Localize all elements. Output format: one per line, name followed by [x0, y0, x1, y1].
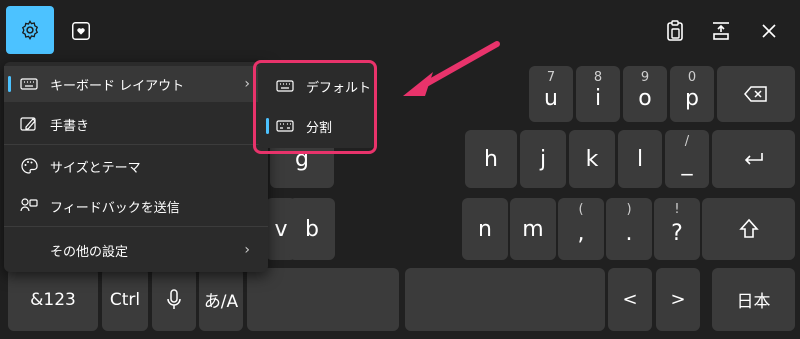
key-backspace[interactable] — [717, 66, 795, 122]
gear-icon — [21, 20, 39, 40]
dock-button[interactable] — [698, 8, 744, 54]
key-comma[interactable]: ( , — [558, 198, 604, 260]
menu-item-label: その他の設定 — [50, 244, 129, 260]
menu-item-label: サイズとテーマ — [50, 160, 141, 176]
key-label: u — [544, 85, 558, 111]
key-label: p — [685, 85, 699, 111]
menu-item-other-settings[interactable]: その他の設定 › — [4, 232, 268, 268]
key-ctrl[interactable]: Ctrl — [102, 268, 148, 331]
key-l[interactable]: l — [618, 130, 662, 188]
feedback-icon — [20, 197, 38, 215]
settings-button[interactable] — [6, 6, 54, 54]
close-icon — [762, 24, 776, 38]
key-left-arrow[interactable]: < — [608, 268, 652, 331]
key-secondary: 9 — [640, 70, 650, 85]
key-question[interactable]: ! ? — [654, 198, 700, 260]
menu-item-keyboard-layout[interactable]: キーボード レイアウト › — [4, 66, 268, 102]
key-secondary: ! — [674, 202, 680, 217]
annotation-arrow — [403, 41, 500, 96]
chevron-right-icon: › — [244, 76, 250, 92]
key-h[interactable]: h — [465, 130, 517, 188]
divider — [4, 226, 268, 227]
highlight-box — [253, 60, 377, 154]
menu-item-label: フィードバックを送信 — [50, 200, 180, 216]
heart-sticker-icon — [72, 22, 90, 40]
divider — [4, 144, 268, 145]
pen-icon — [20, 115, 38, 133]
key-label: n — [478, 216, 492, 242]
key-label: Ctrl — [109, 289, 141, 310]
key-label: ? — [671, 220, 683, 246]
key-label: あ/A — [203, 292, 239, 312]
key-label: v — [274, 216, 288, 242]
shift-icon — [738, 218, 759, 238]
key-language[interactable]: 日本 — [712, 268, 795, 331]
key-period[interactable]: ) . — [606, 198, 652, 260]
key-secondary: ) — [626, 202, 632, 217]
key-enter[interactable] — [712, 130, 795, 188]
emoji-button[interactable] — [58, 8, 104, 54]
menu-item-size-theme[interactable]: サイズとテーマ — [4, 148, 268, 184]
key-microphone[interactable] — [152, 268, 196, 331]
dock-icon — [713, 22, 729, 40]
key-p[interactable]: 0 p — [670, 66, 714, 122]
key-label: > — [670, 289, 686, 310]
palette-icon — [20, 157, 38, 175]
chevron-right-icon: › — [244, 242, 250, 258]
clipboard-button[interactable] — [652, 8, 698, 54]
key-label: < — [622, 289, 638, 310]
key-label: j — [539, 146, 547, 172]
key-m[interactable]: m — [510, 198, 556, 260]
key-right-arrow[interactable]: > — [656, 268, 700, 331]
menu-item-label: 手書き — [50, 118, 90, 134]
key-label: i — [594, 85, 602, 111]
key-label: h — [484, 146, 498, 172]
menu-item-label: キーボード レイアウト — [50, 78, 185, 94]
key-secondary: 8 — [593, 70, 603, 85]
key-numsym[interactable]: &123 — [8, 268, 98, 331]
enter-icon — [744, 153, 763, 165]
key-ime-toggle[interactable]: あ/A — [199, 268, 243, 331]
menu-item-handwriting[interactable]: 手書き — [4, 106, 268, 142]
key-secondary: 7 — [546, 70, 556, 85]
key-underscore[interactable]: / _ — [665, 130, 709, 188]
key-label: _ — [681, 150, 693, 176]
keyboard-icon — [20, 75, 38, 93]
clipboard-icon — [667, 20, 683, 41]
settings-menu: キーボード レイアウト › 手書き サイズとテーマ フィードバックを送信 その他… — [4, 62, 268, 272]
key-space-left[interactable] — [247, 268, 399, 331]
key-label: . — [625, 220, 633, 246]
key-i[interactable]: 8 i — [576, 66, 620, 122]
backspace-icon — [744, 86, 767, 102]
key-label: b — [305, 216, 319, 242]
key-label: o — [638, 85, 652, 111]
key-shift[interactable] — [702, 198, 795, 260]
key-secondary: / — [684, 134, 690, 149]
menu-item-feedback[interactable]: フィードバックを送信 — [4, 188, 268, 224]
key-label: , — [577, 220, 585, 246]
key-space-right[interactable] — [405, 268, 605, 331]
key-label: &123 — [30, 289, 76, 310]
key-n[interactable]: n — [462, 198, 508, 260]
key-o[interactable]: 9 o — [623, 66, 667, 122]
key-label: m — [522, 216, 544, 242]
microphone-icon — [167, 288, 181, 309]
active-indicator — [8, 76, 11, 92]
key-j[interactable]: j — [520, 130, 566, 188]
key-u[interactable]: 7 u — [529, 66, 573, 122]
key-secondary: 0 — [687, 70, 697, 85]
close-button[interactable] — [746, 8, 792, 54]
key-b[interactable]: b — [289, 198, 335, 260]
key-label: l — [636, 146, 644, 172]
key-label: k — [585, 146, 599, 172]
key-k[interactable]: k — [569, 130, 615, 188]
key-secondary: ( — [578, 202, 584, 217]
key-label: 日本 — [736, 292, 771, 312]
